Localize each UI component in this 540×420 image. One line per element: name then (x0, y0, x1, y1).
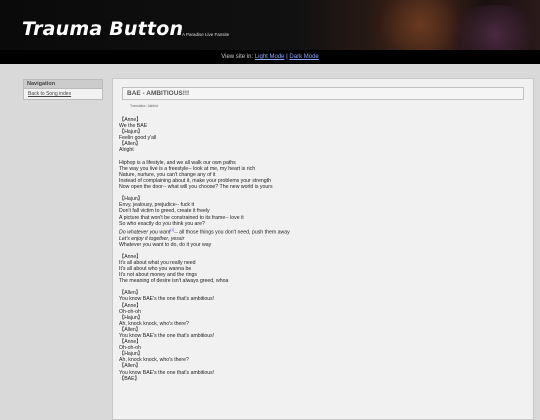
navigation-panel: Navigation Back to Song index (23, 79, 103, 100)
lyric-line: Do whatever you want[1]-- all those thin… (119, 227, 290, 236)
translator-credit: Translator: Jabbid (130, 104, 158, 108)
mode-prefix: View site in: (221, 54, 255, 60)
song-title: BAE - AMBITIOUS!!! (122, 87, 524, 100)
light-mode-link[interactable]: Light Mode (255, 54, 285, 60)
navigation-heading: Navigation (23, 79, 103, 89)
mode-switcher: View site in: Light Mode | Dark Mode (0, 50, 540, 64)
site-title[interactable]: Trauma Button (22, 18, 183, 40)
nav-back-to-song-index[interactable]: Back to Song index (23, 89, 103, 100)
lyrics: 【Anne】 We the BAE 【Hajun】 Feelin good y'all… (119, 117, 533, 382)
site-subtitle: A Paradise Live Fansite (182, 32, 230, 37)
dark-mode-link[interactable]: Dark Mode (289, 54, 318, 60)
main-content: BAE - AMBITIOUS!!! Translator: Jabbid 【A… (112, 78, 534, 420)
header-banner: Trauma Button A Paradise Live Fansite (0, 0, 540, 50)
lyric-line: 【BAE】 (119, 375, 140, 382)
